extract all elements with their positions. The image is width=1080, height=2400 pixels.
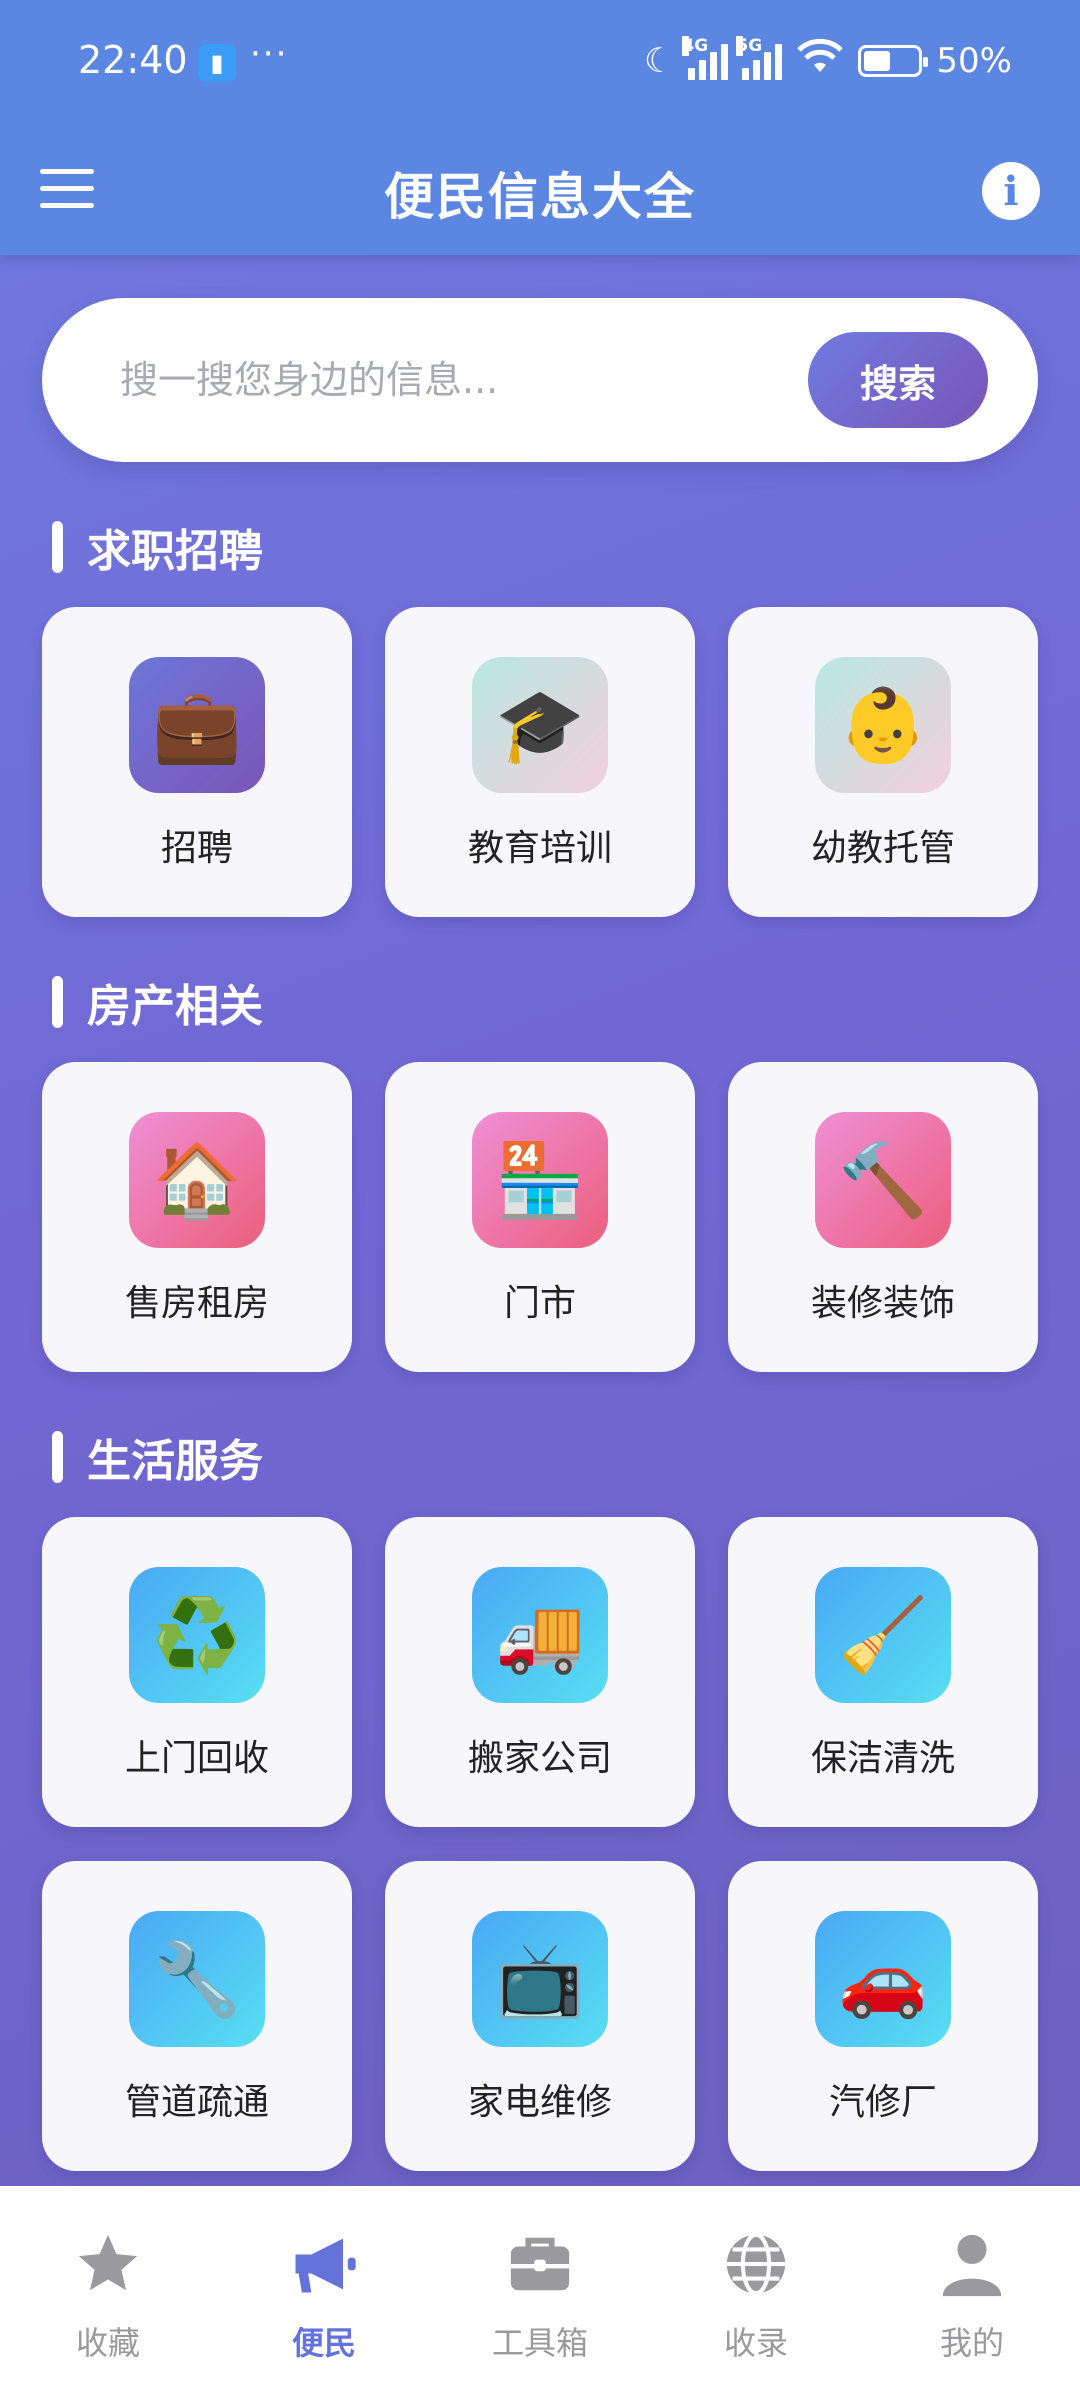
graduation-cap-icon: 🎓	[472, 657, 608, 793]
signal-4g-icon: 4G	[682, 35, 729, 80]
delivery-truck-icon: 🚚	[472, 1567, 608, 1703]
megaphone-icon	[216, 2226, 432, 2302]
section-title-property: 房产相关	[52, 970, 263, 1034]
card-housing[interactable]: 🏠 售房租房	[42, 1062, 352, 1372]
status-bar: 22:40 ▮ ··· ☾ 4G 5G 50%	[0, 0, 1080, 125]
card-recruitment[interactable]: 💼 招聘	[42, 607, 352, 917]
card-renovation[interactable]: 🔨 装修装饰	[728, 1062, 1038, 1372]
signal-5g-icon: 5G	[736, 35, 783, 80]
card-cleaning[interactable]: 🧹 保洁清洗	[728, 1517, 1038, 1827]
battery-icon	[858, 44, 929, 77]
battery-percent: 50%	[936, 40, 1012, 81]
car-icon: 🚗	[815, 1911, 951, 2047]
card-recycling[interactable]: ♻️ 上门回收	[42, 1517, 352, 1827]
wrench-icon: 🔧	[129, 1911, 265, 2047]
nav-convenience[interactable]: 便民	[216, 2226, 432, 2364]
television-icon: 📺	[472, 1911, 608, 2047]
page-title: 便民信息大全	[384, 168, 696, 226]
toolbox-icon	[432, 2226, 648, 2302]
convenience-store-icon: 🏪	[472, 1112, 608, 1248]
bottom-nav: 收藏 便民 工具箱 收录 我的	[0, 2186, 1080, 2400]
wifi-icon	[796, 38, 844, 83]
top-bar: 22:40 ▮ ··· ☾ 4G 5G 50% 便民信息大全 i	[0, 0, 1080, 255]
status-time: 22:40	[78, 38, 188, 82]
card-auto-repair[interactable]: 🚗 汽修厂	[728, 1861, 1038, 2171]
app-notification-icon: ▮	[198, 44, 236, 82]
hammer-icon: 🔨	[815, 1112, 951, 1248]
moon-icon: ☾	[643, 40, 675, 81]
app-bar: 便民信息大全 i	[0, 125, 1080, 255]
recycle-icon: ♻️	[129, 1567, 265, 1703]
nav-toolbox[interactable]: 工具箱	[432, 2226, 648, 2364]
section-title-life-services: 生活服务	[52, 1425, 263, 1489]
broom-icon: 🧹	[815, 1567, 951, 1703]
baby-icon: 👶	[815, 657, 951, 793]
briefcase-icon: 💼	[129, 657, 265, 793]
section-title-jobs: 求职招聘	[52, 515, 263, 579]
nav-profile[interactable]: 我的	[864, 2226, 1080, 2364]
star-icon	[0, 2226, 216, 2302]
card-plumbing[interactable]: 🔧 管道疏通	[42, 1861, 352, 2171]
card-storefront[interactable]: 🏪 门市	[385, 1062, 695, 1372]
card-moving[interactable]: 🚚 搬家公司	[385, 1517, 695, 1827]
search-button[interactable]: 搜索	[808, 332, 988, 428]
search-input[interactable]	[120, 344, 800, 416]
user-icon	[864, 2226, 1080, 2302]
card-childcare[interactable]: 👶 幼教托管	[728, 607, 1038, 917]
info-icon[interactable]: i	[982, 162, 1040, 220]
nav-collected[interactable]: 收录	[648, 2226, 864, 2364]
more-notifications-icon: ···	[250, 34, 289, 74]
globe-icon	[648, 2226, 864, 2302]
search-bar: 搜索	[42, 298, 1038, 462]
house-icon: 🏠	[129, 1112, 265, 1248]
card-education[interactable]: 🎓 教育培训	[385, 607, 695, 917]
nav-favorites[interactable]: 收藏	[0, 2226, 216, 2364]
card-appliance-repair[interactable]: 📺 家电维修	[385, 1861, 695, 2171]
